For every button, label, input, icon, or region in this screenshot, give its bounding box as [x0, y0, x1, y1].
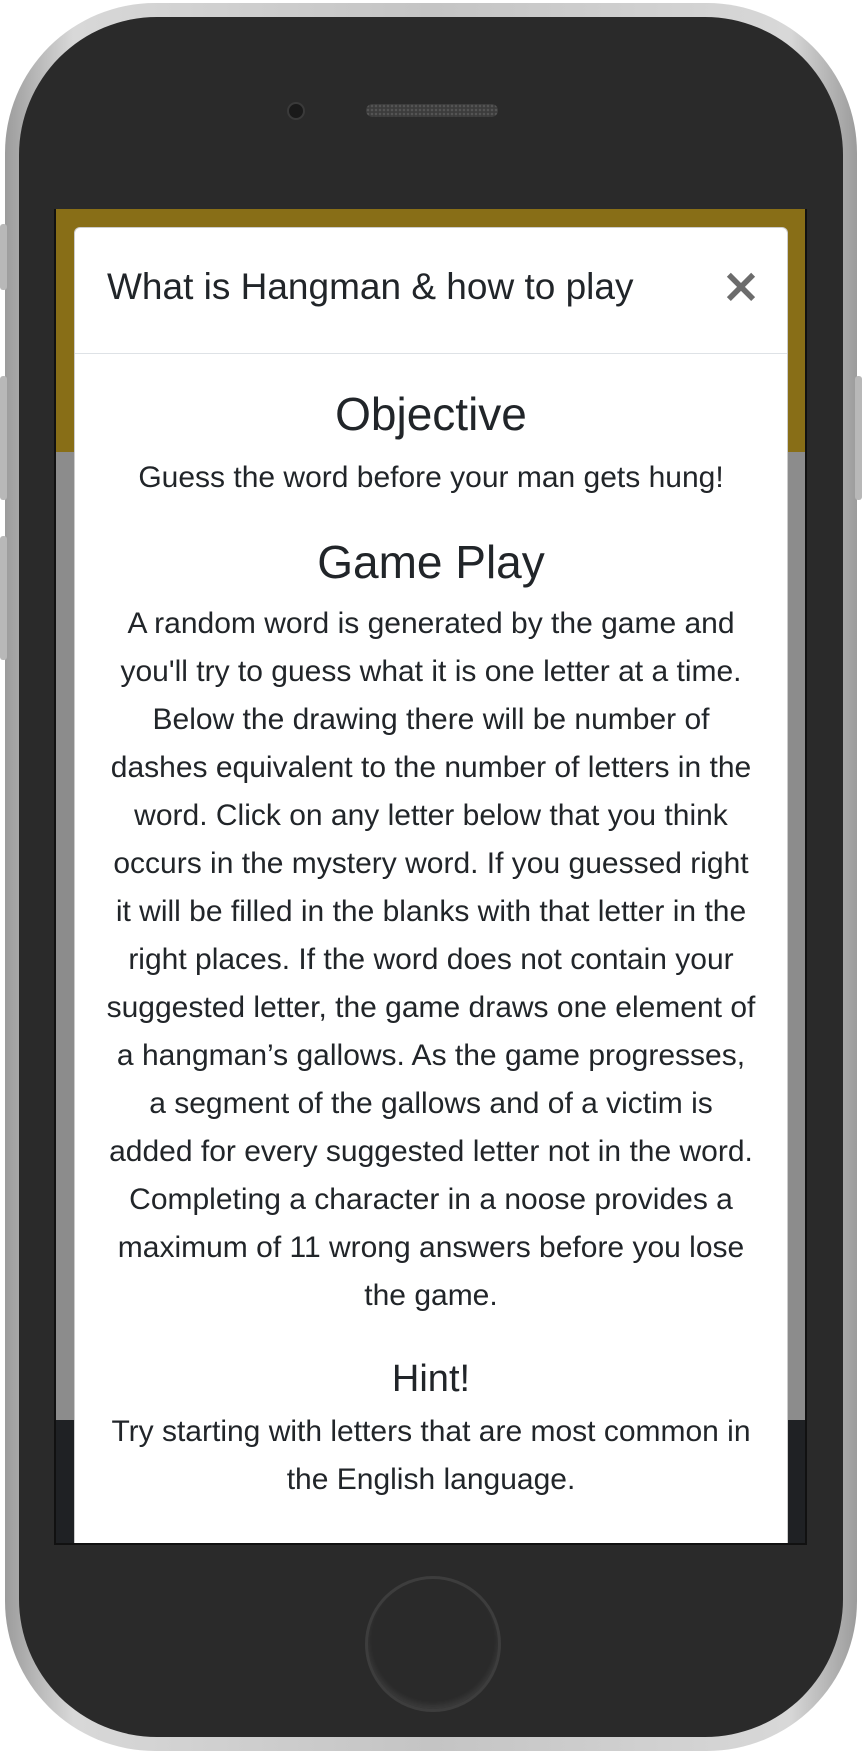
modal-header: What is Hangman & how to play × — [75, 228, 787, 354]
close-icon: × — [720, 258, 762, 314]
modal-title: What is Hangman & how to play — [107, 266, 634, 307]
gameplay-text: A random word is generated by the game a… — [106, 607, 756, 1312]
home-button[interactable] — [365, 1576, 501, 1712]
mute-switch — [0, 224, 7, 290]
hint-heading: Hint! — [391, 1358, 471, 1400]
power-button — [855, 376, 862, 500]
screen: What is Hangman & how to play × Objectiv… — [54, 209, 807, 1545]
close-button[interactable]: × — [719, 260, 763, 312]
modal-body: Objective Guess the word before your man… — [75, 384, 787, 1504]
gameplay-heading: Game Play — [317, 536, 545, 588]
front-camera — [287, 102, 305, 120]
how-to-play-modal: What is Hangman & how to play × Objectiv… — [74, 227, 788, 1543]
volume-down-button — [0, 536, 7, 660]
objective-text: Guess the word before your man gets hung… — [138, 461, 724, 494]
earpiece-speaker — [366, 104, 498, 117]
volume-up-button — [0, 376, 7, 500]
objective-heading: Objective — [335, 388, 527, 440]
hint-text: Try starting with letters that are most … — [111, 1415, 751, 1496]
